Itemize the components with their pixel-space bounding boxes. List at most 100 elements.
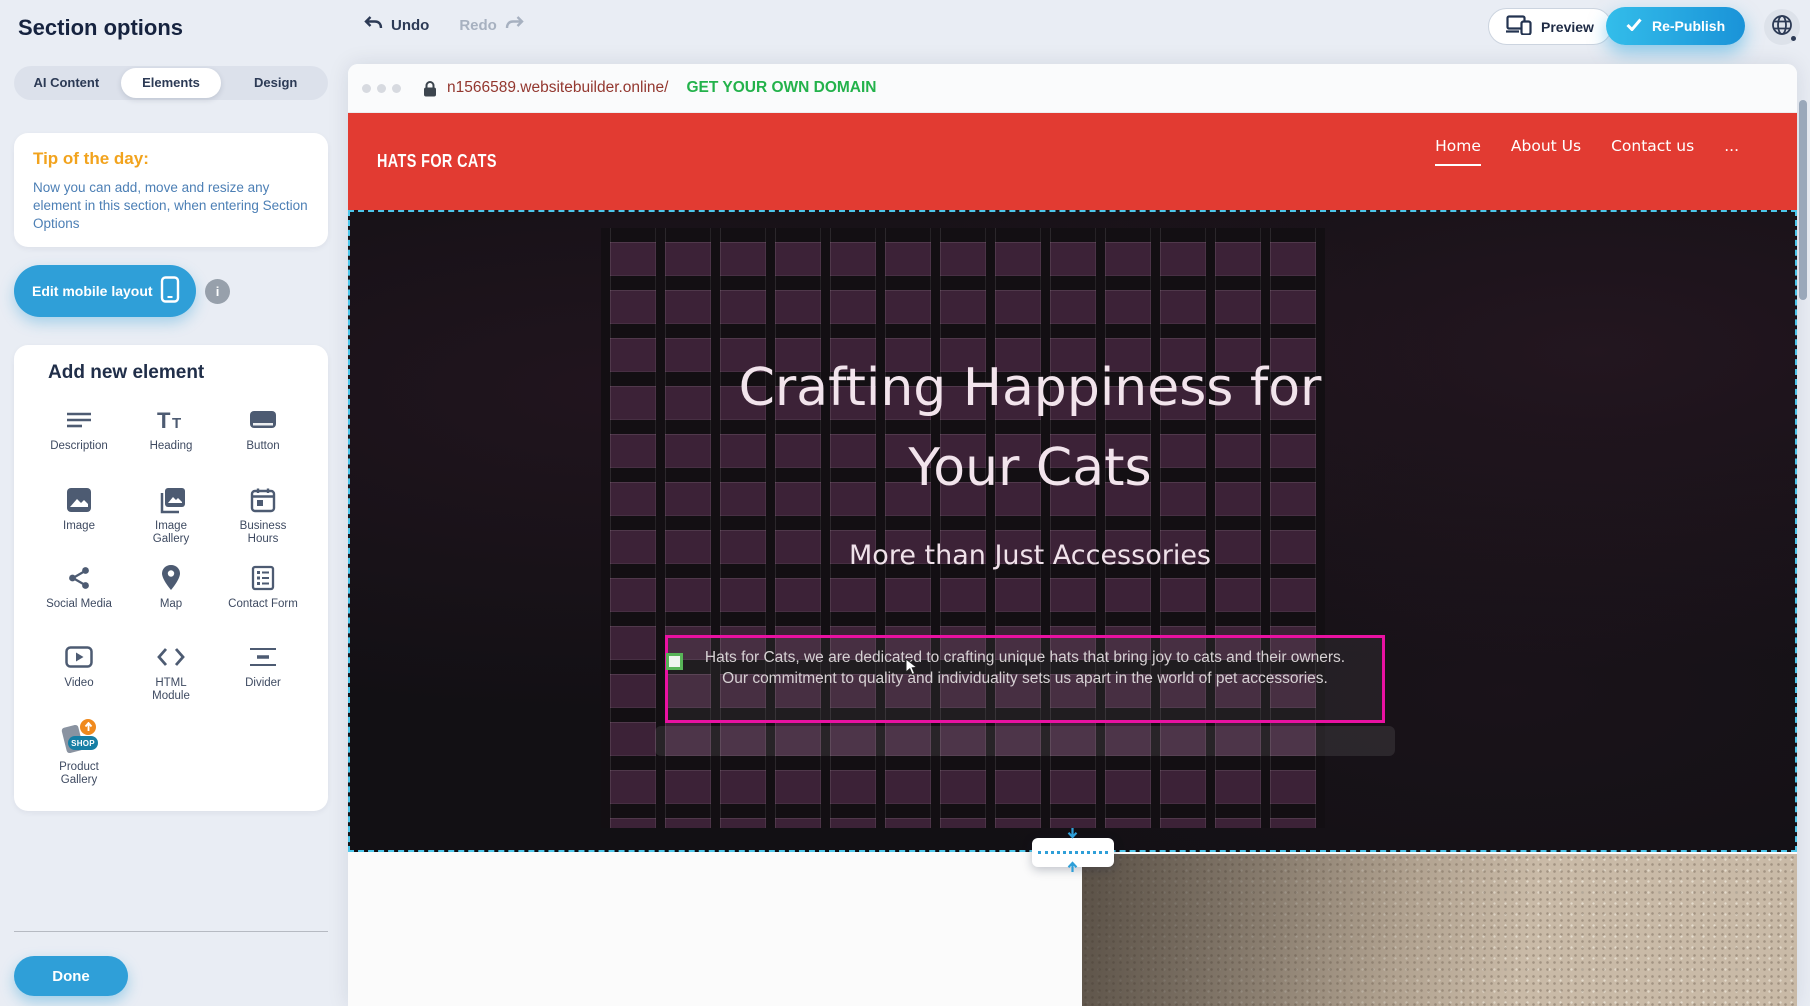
upgrade-arrow-badge — [80, 719, 96, 735]
website-builder-app: Section options Undo Redo Preview Re-Pub… — [0, 0, 1810, 1006]
map-pin-icon — [159, 563, 183, 593]
add-element-panel: Add new element Description TT Heading B… — [14, 345, 328, 811]
hero-heading[interactable]: Crafting Happiness for Your Cats — [640, 348, 1420, 508]
undo-button[interactable]: Undo — [362, 15, 429, 35]
element-button[interactable]: Button — [217, 405, 309, 453]
phone-icon — [160, 276, 180, 306]
description-icon — [66, 405, 92, 435]
tip-title: Tip of the day: — [33, 149, 149, 169]
element-image[interactable]: Image — [33, 485, 125, 546]
window-dot — [377, 84, 386, 93]
arrow-down-icon — [1066, 828, 1079, 846]
edit-mobile-layout-button[interactable]: Edit mobile layout — [14, 265, 196, 317]
info-button[interactable]: i — [205, 279, 230, 304]
button-icon — [249, 405, 277, 435]
svg-text:T: T — [172, 415, 181, 432]
hero-subheading[interactable]: More than Just Accessories — [640, 540, 1420, 571]
site-nav: Home About Us Contact us ... — [1435, 137, 1739, 166]
tip-of-the-day-card: Tip of the day: Now you can add, move an… — [14, 133, 328, 247]
window-dot — [362, 84, 371, 93]
edit-mobile-label: Edit mobile layout — [32, 283, 153, 299]
tab-elements[interactable]: Elements — [121, 68, 222, 98]
redo-icon — [504, 15, 526, 35]
element-business-hours[interactable]: Business Hours — [217, 485, 309, 546]
sidebar-divider — [14, 931, 328, 932]
vertical-scrollbar[interactable] — [1799, 100, 1807, 300]
lock-icon — [423, 80, 437, 97]
mouse-cursor — [905, 658, 919, 681]
element-description[interactable]: Description — [33, 405, 125, 453]
hero-paragraph-line2: Our commitment to quality and individual… — [668, 668, 1382, 689]
element-row: SHOP Product Gallery — [33, 722, 309, 787]
window-dot — [392, 84, 401, 93]
element-row: Image Image Gallery Business Hours — [33, 485, 309, 546]
tip-body: Now you can add, move and resize any ele… — [33, 179, 309, 233]
element-product-gallery[interactable]: SHOP Product Gallery — [33, 722, 125, 787]
site-url: n1566589.websitebuilder.online/ — [447, 79, 668, 97]
devices-icon — [1506, 15, 1532, 38]
hero-heading-line1: Crafting Happiness for — [640, 348, 1420, 428]
code-icon — [156, 642, 186, 672]
element-hover-highlight — [655, 726, 1395, 756]
resize-dotted-line — [1038, 851, 1108, 854]
page-title: Section options — [18, 15, 183, 41]
republish-label: Re-Publish — [1652, 18, 1725, 34]
redo-label: Redo — [459, 17, 497, 34]
preview-label: Preview — [1541, 19, 1594, 35]
nav-home[interactable]: Home — [1435, 137, 1481, 166]
product-gallery-icon: SHOP — [60, 722, 98, 756]
element-social-media[interactable]: Social Media — [33, 563, 125, 611]
element-html-module[interactable]: HTML Module — [125, 642, 217, 703]
globe-notification-dot — [1791, 36, 1796, 41]
hero-paragraph: Hats for Cats, we are dedicated to craft… — [668, 647, 1382, 689]
social-media-icon — [66, 563, 92, 593]
nav-contact-us[interactable]: Contact us — [1611, 137, 1694, 166]
redo-button[interactable]: Redo — [459, 15, 526, 35]
site-header: HATS FOR CATS Home About Us Contact us .… — [348, 113, 1797, 210]
hero-heading-line2: Your Cats — [640, 428, 1420, 508]
republish-button[interactable]: Re-Publish — [1606, 7, 1745, 45]
undo-icon — [362, 15, 384, 35]
element-map[interactable]: Map — [125, 563, 217, 611]
undo-redo-group: Undo Redo — [362, 15, 526, 35]
element-row: Video HTML Module Divider — [33, 642, 309, 703]
gravel-photo — [1082, 854, 1797, 1006]
browser-bar: n1566589.websitebuilder.online/ GET YOUR… — [348, 64, 1797, 113]
preview-button[interactable]: Preview — [1488, 8, 1612, 45]
done-button[interactable]: Done — [14, 956, 128, 996]
divider-icon — [249, 642, 277, 672]
tab-ai-content[interactable]: AI Content — [16, 68, 117, 98]
element-heading[interactable]: TT Heading — [125, 405, 217, 453]
selected-paragraph-element[interactable]: Hats for Cats, we are dedicated to craft… — [665, 635, 1385, 723]
business-hours-icon — [250, 485, 276, 515]
language-globe-button[interactable] — [1764, 9, 1800, 45]
element-divider[interactable]: Divider — [217, 642, 309, 703]
svg-text:T: T — [157, 408, 171, 433]
undo-label: Undo — [391, 17, 429, 34]
get-domain-link[interactable]: GET YOUR OWN DOMAIN — [686, 79, 876, 97]
tab-design[interactable]: Design — [225, 68, 326, 98]
element-contact-form[interactable]: Contact Form — [217, 563, 309, 611]
nav-more[interactable]: ... — [1724, 137, 1739, 166]
arrow-up-icon — [1066, 859, 1079, 877]
image-icon — [66, 485, 92, 515]
video-icon — [65, 642, 93, 672]
contact-form-icon — [250, 563, 276, 593]
element-row: Social Media Map Contact Form — [33, 563, 309, 611]
site-logo[interactable]: HATS FOR CATS — [377, 151, 497, 172]
globe-icon — [1771, 14, 1793, 41]
site-preview-canvas: n1566589.websitebuilder.online/ GET YOUR… — [348, 64, 1797, 1006]
heading-icon: TT — [156, 405, 186, 435]
add-element-title: Add new element — [48, 362, 204, 384]
element-video[interactable]: Video — [33, 642, 125, 703]
image-gallery-icon — [156, 485, 186, 515]
selection-drag-handle[interactable] — [666, 653, 683, 670]
element-row: Description TT Heading Button — [33, 405, 309, 453]
shop-badge: SHOP — [68, 736, 98, 750]
section-resize-handle[interactable] — [1032, 838, 1114, 867]
element-image-gallery[interactable]: Image Gallery — [125, 485, 217, 546]
nav-about-us[interactable]: About Us — [1511, 137, 1581, 166]
sidebar-tabs: AI Content Elements Design — [14, 66, 328, 100]
check-icon — [1626, 18, 1642, 34]
hero-section-selected[interactable]: Crafting Happiness for Your Cats More th… — [348, 210, 1797, 852]
